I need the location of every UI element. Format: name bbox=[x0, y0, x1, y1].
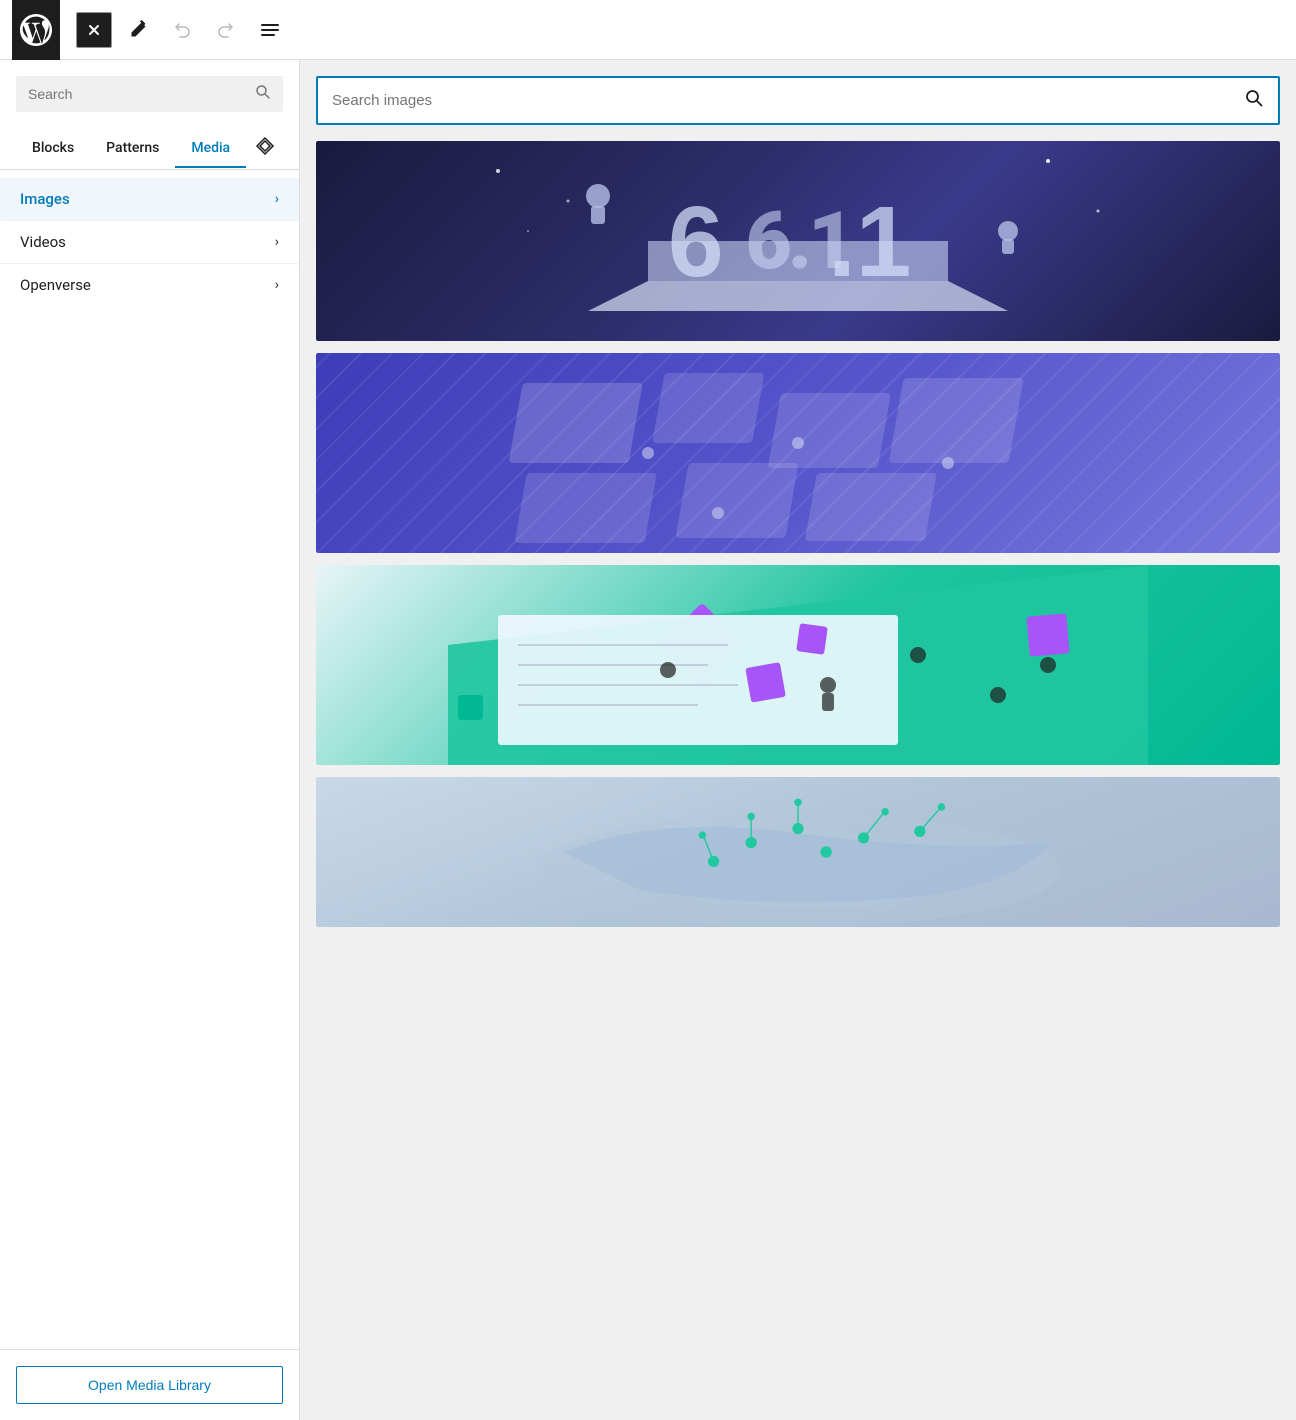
open-media-library-button[interactable]: Open Media Library bbox=[16, 1366, 283, 1404]
image-item-2[interactable] bbox=[316, 565, 1280, 765]
menu-icon bbox=[260, 20, 280, 40]
image-item-1[interactable] bbox=[316, 353, 1280, 553]
bottom-area: Open Media Library bbox=[0, 1349, 299, 1420]
undo-button[interactable] bbox=[164, 12, 200, 48]
chevron-right-icon: › bbox=[275, 234, 279, 250]
tabs: Blocks Patterns Media bbox=[0, 128, 299, 170]
image-thumbnail-3 bbox=[316, 777, 1280, 927]
image-search-box[interactable] bbox=[316, 76, 1280, 125]
main-layout: Blocks Patterns Media Images › Videos › … bbox=[0, 60, 1296, 1420]
wp-logo bbox=[12, 0, 60, 60]
edit-button[interactable] bbox=[120, 12, 156, 48]
svg-text:6: 6 bbox=[668, 186, 724, 298]
image-thumbnail-2 bbox=[316, 565, 1280, 765]
wp-logo-icon bbox=[20, 14, 52, 46]
image-item-3[interactable] bbox=[316, 777, 1280, 927]
media-item-images[interactable]: Images › bbox=[0, 178, 299, 220]
image-thumbnail-0: 6 .1 bbox=[316, 141, 1280, 341]
tab-patterns[interactable]: Patterns bbox=[90, 130, 175, 168]
image-grid: 6 .1 bbox=[316, 141, 1280, 927]
pencil-icon bbox=[128, 20, 148, 40]
image-search-input[interactable] bbox=[332, 92, 1236, 109]
image-thumbnail-1 bbox=[316, 353, 1280, 553]
chevron-right-icon: › bbox=[275, 191, 279, 207]
toolbar bbox=[0, 0, 1296, 60]
media-item-openverse[interactable]: Openverse › bbox=[0, 263, 299, 306]
svg-text:.1: .1 bbox=[828, 186, 911, 298]
left-panel: Blocks Patterns Media Images › Videos › … bbox=[0, 60, 300, 1420]
tab-media[interactable]: Media bbox=[175, 130, 246, 168]
block-search-box[interactable] bbox=[16, 76, 283, 112]
close-icon bbox=[86, 22, 102, 38]
image-item-0[interactable]: 6 .1 bbox=[316, 141, 1280, 341]
diamond-icon bbox=[255, 136, 275, 156]
media-list: Images › Videos › Openverse › bbox=[0, 170, 299, 1349]
right-panel: 6 .1 bbox=[300, 60, 1296, 1420]
block-search-input[interactable] bbox=[28, 86, 247, 102]
undo-icon bbox=[172, 20, 192, 40]
image-search-icon bbox=[1244, 88, 1264, 113]
redo-button[interactable] bbox=[208, 12, 244, 48]
search-icon bbox=[255, 84, 271, 104]
media-item-videos[interactable]: Videos › bbox=[0, 220, 299, 263]
chevron-right-icon: › bbox=[275, 277, 279, 293]
close-button[interactable] bbox=[76, 12, 112, 48]
patterns-icon-button[interactable] bbox=[247, 128, 283, 169]
redo-icon bbox=[216, 20, 236, 40]
tab-blocks[interactable]: Blocks bbox=[16, 130, 90, 168]
menu-button[interactable] bbox=[252, 12, 288, 48]
